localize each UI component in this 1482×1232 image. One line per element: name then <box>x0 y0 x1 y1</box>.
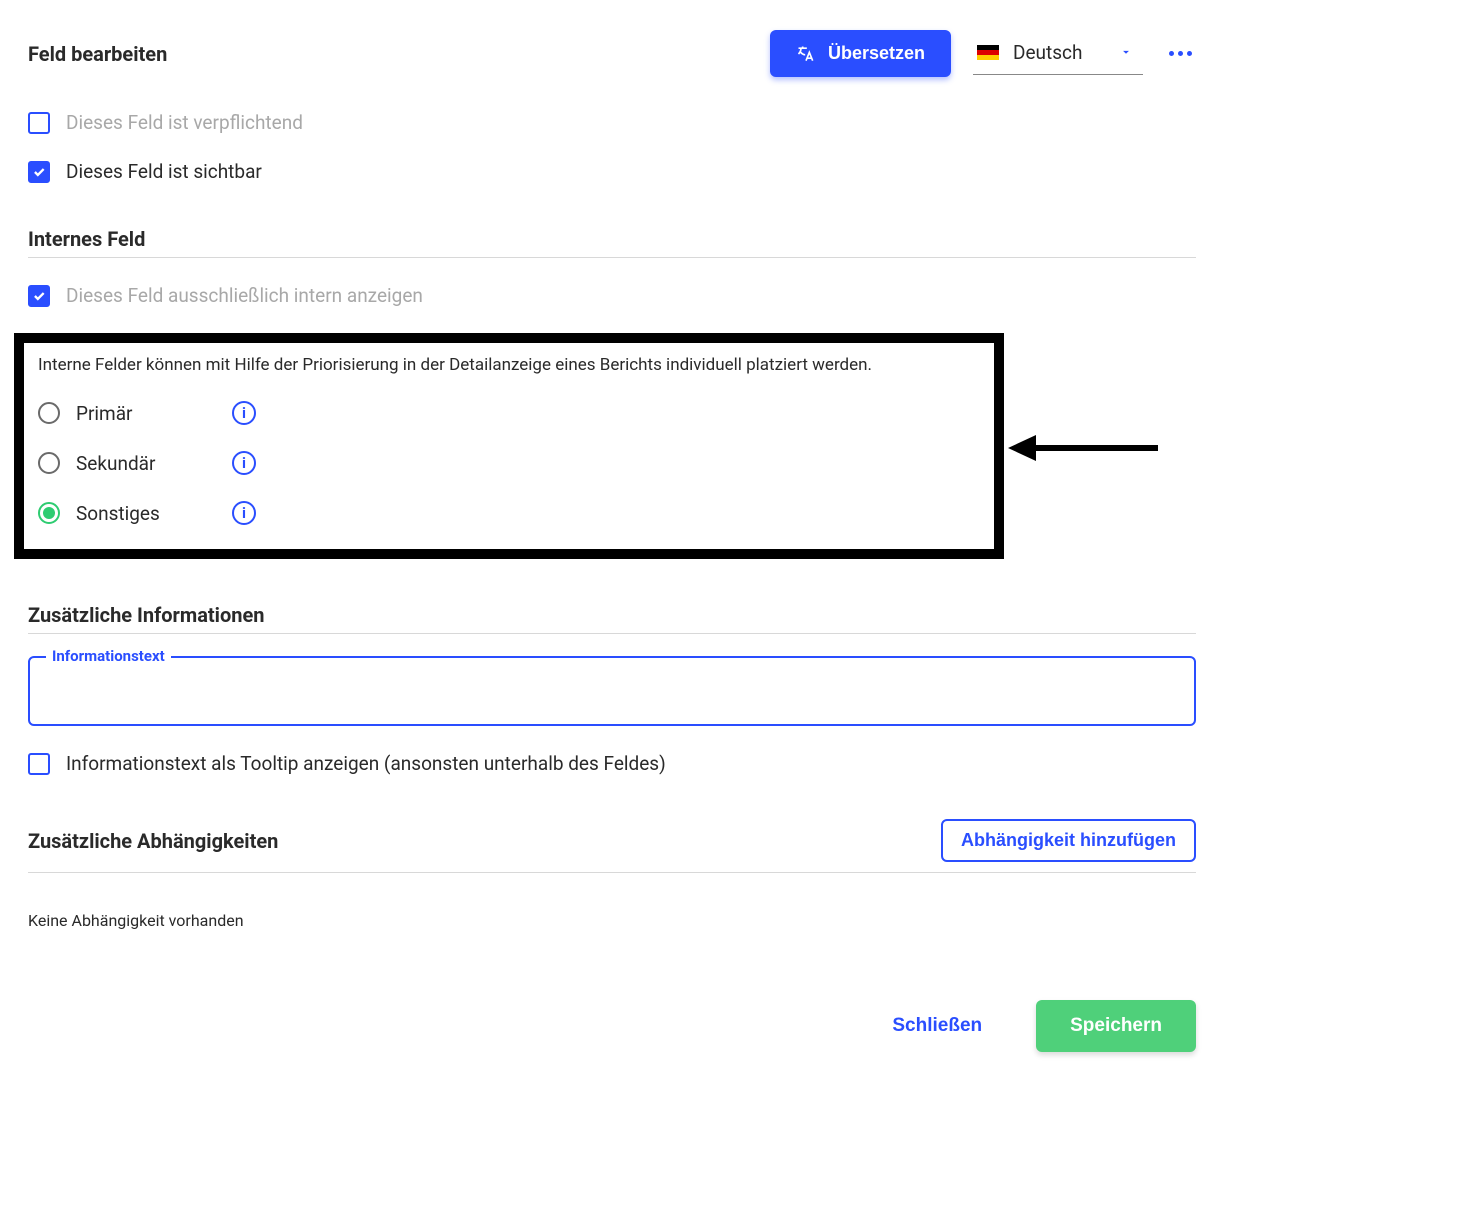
info-icon[interactable]: i <box>232 451 256 475</box>
flag-de-icon <box>977 45 999 60</box>
save-button[interactable]: Speichern <box>1036 1000 1196 1052</box>
translate-button-label: Übersetzen <box>828 43 925 64</box>
internal-section-heading: Internes Feld <box>28 227 1196 258</box>
priority-highlight-box: Interne Felder können mit Hilfe der Prio… <box>14 333 1004 559</box>
priority-note: Interne Felder können mit Hilfe der Prio… <box>38 355 980 375</box>
close-button[interactable]: Schließen <box>886 1014 988 1038</box>
priority-radio-secondary-label: Sekundär <box>76 452 216 475</box>
arrow-annotation-icon <box>1008 433 1158 463</box>
visible-checkbox[interactable] <box>28 161 50 183</box>
priority-radio-other-label: Sonstiges <box>76 502 216 525</box>
priority-radio-other[interactable] <box>38 502 60 524</box>
add-dependency-button[interactable]: Abhängigkeit hinzufügen <box>941 819 1196 862</box>
translate-icon <box>796 44 816 64</box>
page-title: Feld bearbeiten <box>28 42 167 66</box>
internal-only-label: Dieses Feld ausschließlich intern anzeig… <box>66 284 423 307</box>
info-text-field-label: Informationstext <box>46 647 171 665</box>
chevron-down-icon <box>1119 45 1133 59</box>
language-select-label: Deutsch <box>1013 41 1082 64</box>
dependencies-empty-note: Keine Abhängigkeit vorhanden <box>28 911 1196 930</box>
priority-radio-secondary[interactable] <box>38 452 60 474</box>
priority-radio-primary[interactable] <box>38 402 60 424</box>
tooltip-checkbox[interactable] <box>28 753 50 775</box>
visible-label: Dieses Feld ist sichtbar <box>66 160 262 183</box>
dependencies-heading: Zusätzliche Abhängigkeiten <box>28 829 278 853</box>
more-menu-button[interactable] <box>1165 47 1196 60</box>
info-text-input[interactable] <box>28 656 1196 726</box>
info-icon[interactable]: i <box>232 501 256 525</box>
mandatory-checkbox[interactable] <box>28 112 50 134</box>
info-icon[interactable]: i <box>232 401 256 425</box>
mandatory-label: Dieses Feld ist verpflichtend <box>66 111 303 134</box>
tooltip-checkbox-label: Informationstext als Tooltip anzeigen (a… <box>66 752 666 775</box>
internal-only-checkbox[interactable] <box>28 285 50 307</box>
language-select[interactable]: Deutsch <box>973 33 1143 75</box>
priority-radio-primary-label: Primär <box>76 402 216 425</box>
translate-button[interactable]: Übersetzen <box>770 30 951 77</box>
additional-info-heading: Zusätzliche Informationen <box>28 603 1196 634</box>
